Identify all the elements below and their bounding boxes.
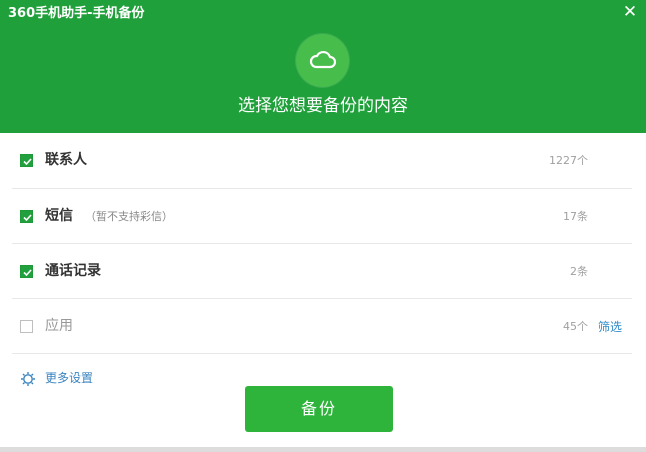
checkbox-apps[interactable] xyxy=(20,320,33,333)
filter-link[interactable]: 筛选 xyxy=(598,319,622,335)
gear-icon xyxy=(21,372,35,386)
item-label: 通话记录 xyxy=(45,263,101,279)
item-label: 应用 xyxy=(45,318,73,334)
dialog-header: 360手机助手-手机备份 ✕ 选择您想要备份的内容 xyxy=(0,0,646,133)
list-item-contacts[interactable]: 联系人 1227个 xyxy=(12,133,632,189)
close-icon[interactable]: ✕ xyxy=(622,3,638,21)
item-label: 联系人 xyxy=(45,152,87,168)
checkbox-contacts[interactable] xyxy=(20,154,33,167)
list-item-sms[interactable]: 短信 （暂不支持彩信） 17条 xyxy=(12,189,632,244)
item-note: （暂不支持彩信） xyxy=(85,210,173,223)
window-title: 360手机助手-手机备份 xyxy=(8,6,145,21)
item-label: 短信 xyxy=(45,208,73,224)
check-icon xyxy=(23,269,32,277)
item-count: 1227个 xyxy=(549,154,588,167)
bottom-border xyxy=(0,447,646,452)
page-subtitle: 选择您想要备份的内容 xyxy=(238,96,408,116)
check-icon xyxy=(23,158,32,166)
list-item-call-log[interactable]: 通话记录 2条 xyxy=(12,244,632,299)
backup-item-list: 联系人 1227个 短信 （暂不支持彩信） 17条 通话记录 2条 应用 45个… xyxy=(12,133,632,354)
cloud-icon xyxy=(296,34,349,87)
cloud-icon-shape xyxy=(309,50,337,69)
checkbox-sms[interactable] xyxy=(20,210,33,223)
backup-button[interactable]: 备份 xyxy=(245,386,393,432)
item-count: 2条 xyxy=(570,265,588,278)
item-count: 17条 xyxy=(563,210,588,223)
checkbox-call-log[interactable] xyxy=(20,265,33,278)
list-item-apps[interactable]: 应用 45个 筛选 xyxy=(12,299,632,354)
backup-dialog: 360手机助手-手机备份 ✕ 选择您想要备份的内容 联系人 1227个 短信 （… xyxy=(0,0,646,452)
item-count: 45个 xyxy=(563,320,588,333)
check-icon xyxy=(23,214,32,222)
more-settings-label: 更多设置 xyxy=(45,371,94,385)
